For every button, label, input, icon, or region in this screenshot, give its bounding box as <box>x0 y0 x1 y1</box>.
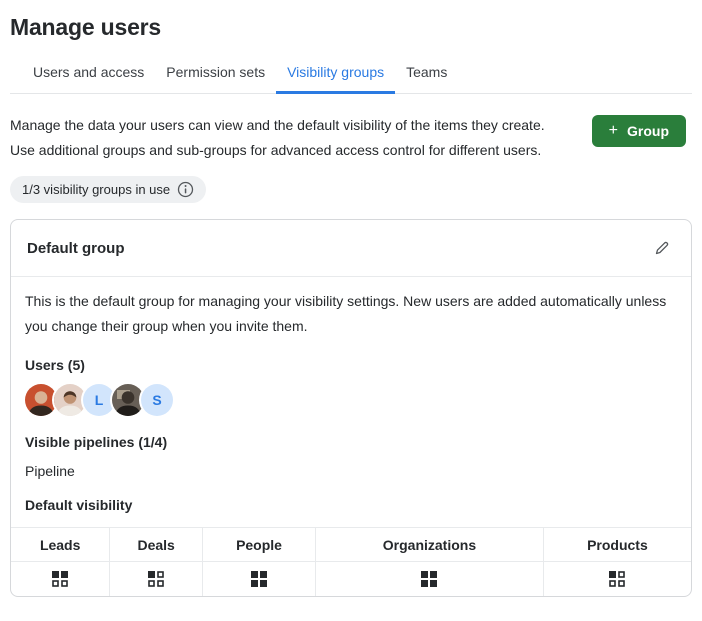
intro-left: Manage the data your users can view and … <box>10 113 558 203</box>
default-visibility-table: Leads Deals People Organizations Products <box>11 527 691 596</box>
visibility-grid-icon <box>251 570 268 587</box>
column-header-people: People <box>201 527 317 562</box>
user-avatar-1 <box>25 384 57 416</box>
group-card-header: Default group <box>11 220 691 277</box>
visibility-grid-icon <box>52 570 69 587</box>
manage-users-page: Manage users Users and access Permission … <box>0 14 702 597</box>
tab-visibility-groups[interactable]: Visibility groups <box>276 56 396 94</box>
visibility-table-head-row: Leads Deals People Organizations Products <box>11 527 691 562</box>
visibility-cell-organizations <box>315 561 544 596</box>
info-icon[interactable] <box>177 181 194 198</box>
group-description: This is the default group for managing y… <box>25 293 667 334</box>
pipelines-heading: Visible pipelines (1/4) <box>25 434 168 450</box>
add-group-button-label: Group <box>627 123 669 139</box>
user-avatar-2 <box>54 384 86 416</box>
plus-icon: + <box>608 122 618 139</box>
visibility-grid-icon <box>609 570 626 587</box>
edit-group-button[interactable] <box>649 237 675 259</box>
column-header-products: Products <box>542 527 691 562</box>
column-header-deals: Deals <box>109 527 203 562</box>
intro-section: Manage the data your users can view and … <box>10 94 692 203</box>
users-heading: Users (5) <box>25 357 85 373</box>
visibility-cell-people <box>201 561 317 596</box>
column-header-leads: Leads <box>11 527 111 562</box>
pipeline-name: Pipeline <box>25 463 75 479</box>
usage-badge-text: 1/3 visibility groups in use <box>22 182 171 197</box>
visibility-grid-icon <box>148 570 164 587</box>
group-card-title: Default group <box>27 239 125 257</box>
default-group-card: Default group This is the default group … <box>10 219 692 597</box>
column-header-organizations: Organizations <box>315 527 544 562</box>
tabs: Users and access Permission sets Visibilit… <box>10 56 692 94</box>
user-avatar-3: L <box>83 384 115 416</box>
user-avatar-4 <box>112 384 144 416</box>
user-avatar-5: S <box>141 384 173 416</box>
group-card-body: This is the default group for managing y… <box>11 277 691 513</box>
user-avatars: LS <box>25 384 677 416</box>
tab-teams[interactable]: Teams <box>395 56 458 94</box>
page-title: Manage users <box>10 14 161 40</box>
usage-badge: 1/3 visibility groups in use <box>10 176 207 203</box>
tab-users-and-access[interactable]: Users and access <box>22 56 155 94</box>
visibility-table-icon-row <box>11 561 691 596</box>
visibility-cell-products <box>542 561 691 596</box>
add-group-button[interactable]: + Group <box>591 115 686 147</box>
tab-permission-sets[interactable]: Permission sets <box>155 56 276 94</box>
visibility-grid-icon <box>421 570 438 587</box>
pencil-icon <box>655 241 669 255</box>
default-visibility-heading: Default visibility <box>25 497 133 513</box>
visibility-cell-deals <box>109 561 203 596</box>
intro-description: Manage the data your users can view and … <box>10 117 545 158</box>
visibility-cell-leads <box>11 561 111 596</box>
